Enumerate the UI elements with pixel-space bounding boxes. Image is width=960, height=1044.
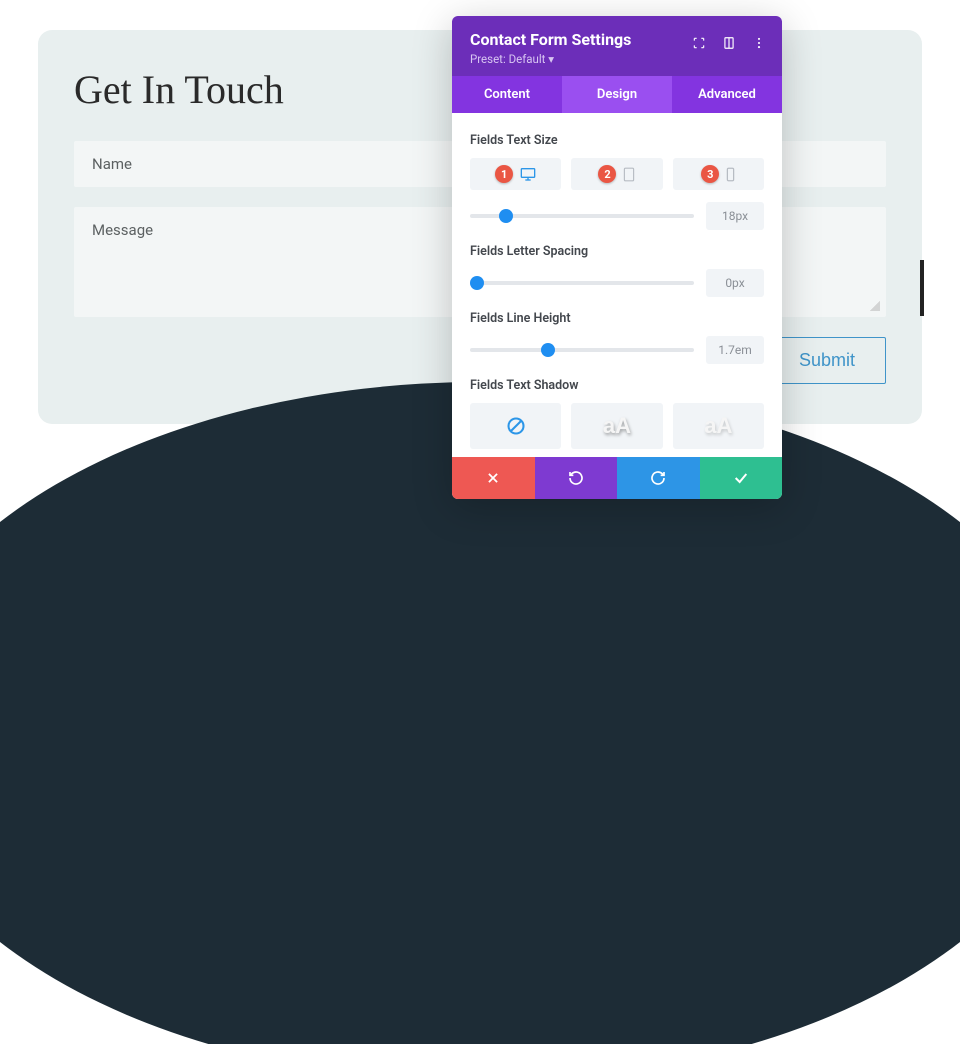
text-shadow-label: Fields Text Shadow: [470, 378, 764, 393]
tab-content[interactable]: Content: [452, 76, 562, 113]
shadow-sample-text: aA: [603, 413, 631, 439]
callout-badge-1: 1: [495, 165, 513, 183]
scrollbar-indicator: [920, 260, 924, 316]
device-tablet[interactable]: 2: [571, 158, 662, 190]
redo-icon: [650, 470, 666, 486]
redo-button[interactable]: [617, 457, 700, 499]
undo-button[interactable]: [535, 457, 618, 499]
panel-tabs: Content Design Advanced: [452, 76, 782, 113]
check-icon: [733, 470, 749, 486]
tab-design[interactable]: Design: [562, 76, 672, 113]
expand-icon[interactable]: [686, 30, 712, 56]
letter-spacing-slider-row: 0px: [470, 269, 764, 297]
responsive-device-row: 1 2 3: [470, 158, 764, 190]
shadow-sample-text: aA: [704, 413, 732, 439]
text-size-slider[interactable]: [470, 214, 694, 218]
shadow-none[interactable]: [470, 403, 561, 449]
none-icon: [506, 416, 526, 436]
slider-thumb[interactable]: [541, 343, 555, 357]
slider-thumb[interactable]: [470, 276, 484, 290]
letter-spacing-label: Fields Letter Spacing: [470, 244, 764, 259]
line-height-slider-row: 1.7em: [470, 336, 764, 364]
message-placeholder: Message: [92, 221, 153, 239]
slider-thumb[interactable]: [499, 209, 513, 223]
line-height-slider[interactable]: [470, 348, 694, 352]
panel-body: Fields Text Size 1 2 3 18px Fields Lett: [452, 113, 782, 457]
device-phone[interactable]: 3: [673, 158, 764, 190]
settings-panel: Contact Form Settings Preset: Default ▾ …: [452, 16, 782, 499]
save-button[interactable]: [700, 457, 783, 499]
name-placeholder: Name: [92, 155, 132, 173]
line-height-label: Fields Line Height: [470, 311, 764, 326]
tablet-icon: [623, 167, 635, 182]
tab-advanced[interactable]: Advanced: [672, 76, 782, 113]
callout-badge-2: 2: [598, 165, 616, 183]
text-size-value[interactable]: 18px: [706, 202, 764, 230]
more-icon[interactable]: [746, 30, 772, 56]
close-icon: [486, 471, 500, 485]
submit-button[interactable]: Submit: [768, 337, 886, 384]
phone-icon: [726, 167, 735, 182]
device-desktop[interactable]: 1: [470, 158, 561, 190]
callout-badge-3: 3: [701, 165, 719, 183]
undo-icon: [568, 470, 584, 486]
text-size-label: Fields Text Size: [470, 133, 764, 148]
cancel-button[interactable]: [452, 457, 535, 499]
desktop-icon: [520, 167, 536, 181]
shadow-preset-2[interactable]: aA: [673, 403, 764, 449]
panel-footer: [452, 457, 782, 499]
panel-header: Contact Form Settings Preset: Default ▾: [452, 16, 782, 76]
line-height-value[interactable]: 1.7em: [706, 336, 764, 364]
letter-spacing-slider[interactable]: [470, 281, 694, 285]
text-size-slider-row: 18px: [470, 202, 764, 230]
text-shadow-options: aA aA: [470, 403, 764, 449]
letter-spacing-value[interactable]: 0px: [706, 269, 764, 297]
drag-icon[interactable]: [716, 30, 742, 56]
shadow-preset-1[interactable]: aA: [571, 403, 662, 449]
